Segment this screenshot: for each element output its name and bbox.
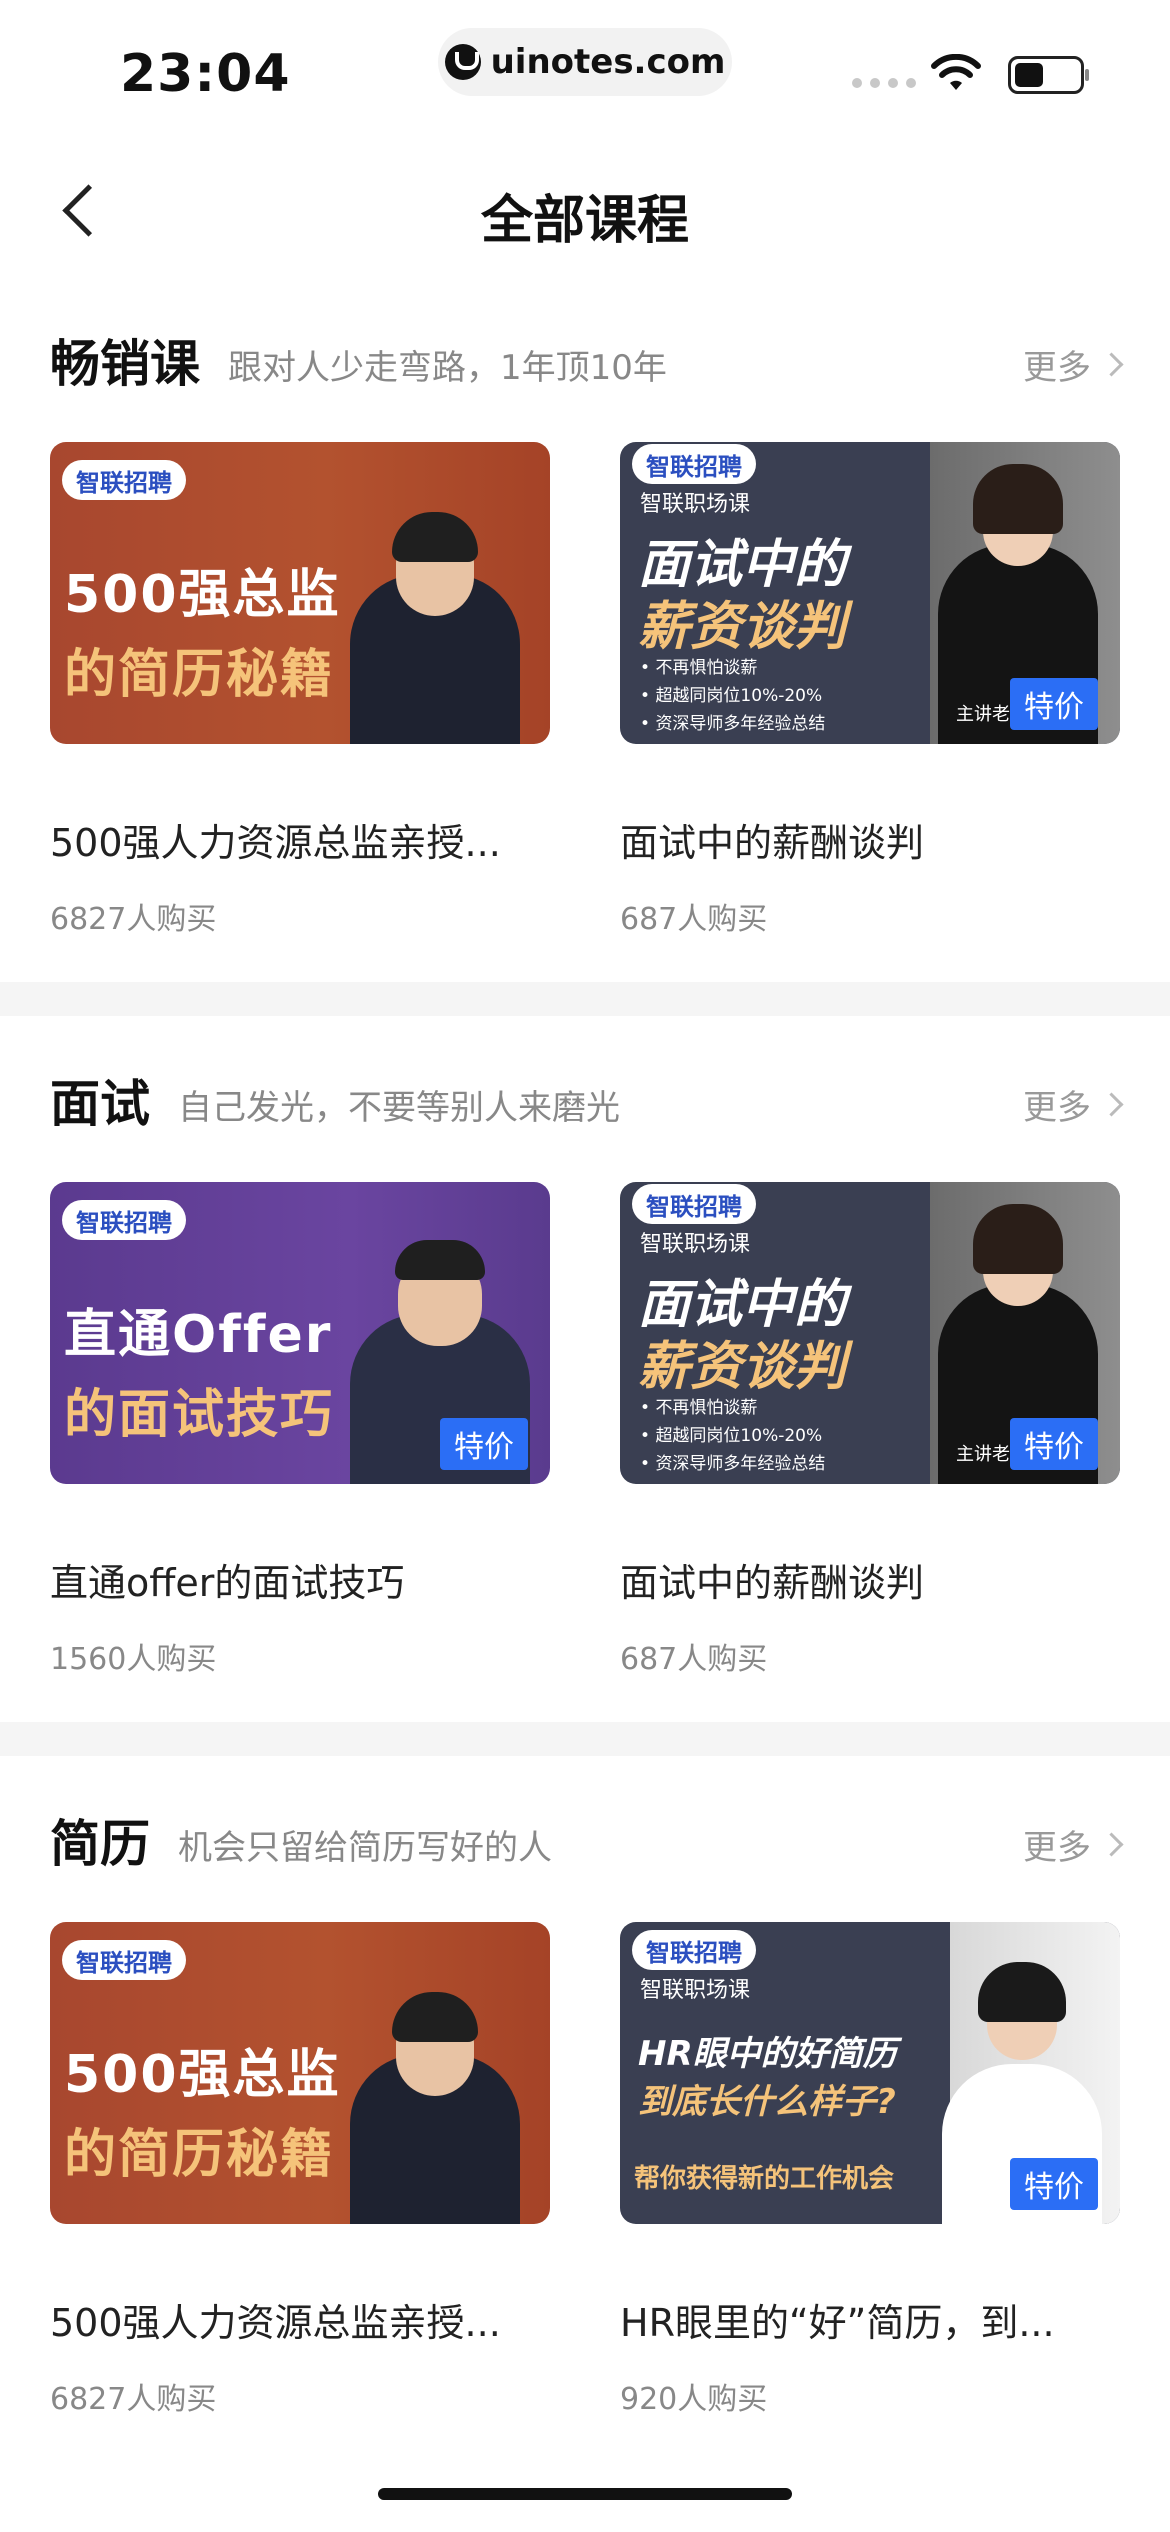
url-text: uinotes.com — [490, 42, 726, 82]
discount-badge: 特价 — [1010, 678, 1098, 730]
section-header: 简历 机会只留给简历写好的人 更多 — [50, 1798, 1124, 1878]
section-header: 面试 自己发光，不要等别人来磨光 更多 — [50, 1058, 1124, 1138]
wifi-icon — [931, 54, 981, 90]
discount-badge: 特价 — [440, 1418, 528, 1470]
chevron-right-icon — [1099, 352, 1124, 377]
purchase-count: 687人购买 — [620, 1642, 768, 1677]
section-header: 畅销课 跟对人少走弯路，1年顶10年 更多 — [50, 318, 1124, 398]
bullet-item: 资深导师多年经验总结 — [640, 710, 825, 738]
thumb-headline: 500强总监 — [64, 2045, 341, 2105]
instructor-photo — [350, 504, 520, 744]
teacher-label: 主讲老师：孙晶 — [956, 2140, 1069, 2159]
course-thumbnail: 智联招聘 智联职场课 面试中的 薪资谈判 不再惧怕谈薪 超越同岗位10%-20%… — [620, 1182, 1120, 1484]
more-label: 更多 — [1023, 1828, 1091, 1868]
purchase-count: 687人购买 — [620, 902, 768, 937]
section-divider — [0, 1722, 1170, 1756]
thumb-bullets: 不再惧怕谈薪 超越同岗位10%-20% 资深导师多年经验总结 — [640, 654, 825, 738]
more-label: 更多 — [1023, 1088, 1091, 1128]
discount-badge: 特价 — [1010, 2158, 1098, 2210]
purchase-count: 6827人购买 — [50, 2382, 217, 2417]
section-divider — [0, 982, 1170, 1016]
course-thumbnail: 智联招聘 500强总监 的简历秘籍 — [50, 1922, 550, 2224]
chevron-right-icon — [1099, 1832, 1124, 1857]
nav-bar: 全部课程 — [0, 140, 1170, 270]
course-title: HR眼里的“好”简历，到... — [620, 2301, 1055, 2345]
zhaopin-logo: 智联招聘 — [632, 1184, 756, 1224]
thumb-subheadline: 的简历秘籍 — [64, 2125, 335, 2185]
course-title: 面试中的薪酬谈判 — [620, 1561, 925, 1605]
discount-badge: 特价 — [1010, 1418, 1098, 1470]
purchase-count: 920人购买 — [620, 2382, 768, 2417]
bullet-item: 不再惧怕谈薪 — [640, 654, 825, 682]
teacher-label: 主讲老 — [956, 1444, 1010, 1465]
thumb-slogan: 帮你获得新的工作机会 — [634, 2164, 895, 2194]
zhaopin-logo: 智联招聘 — [632, 1930, 756, 1970]
more-link[interactable]: 更多 — [1023, 340, 1124, 389]
course-title: 面试中的薪酬谈判 — [620, 821, 925, 865]
purchase-count: 1560人购买 — [50, 1642, 217, 1677]
thumb-brand: 智联职场课 — [640, 1232, 751, 1257]
course-title: 500强人力资源总监亲授... — [50, 821, 501, 865]
site-logo-icon — [444, 44, 481, 80]
section-resume: 简历 机会只留给简历写好的人 更多 智联招聘 500强总监 的简历秘籍 500强… — [0, 1798, 1170, 2458]
thumb-subheadline: 薪资谈判 — [638, 1337, 847, 1397]
purchase-count: 6827人购买 — [50, 902, 217, 937]
more-label: 更多 — [1023, 348, 1091, 388]
zhaopin-logo: 智联招聘 — [62, 1940, 186, 1980]
bullet-item: 资深导师多年经验总结 — [640, 1450, 825, 1478]
page-title: 全部课程 — [480, 191, 689, 251]
bullet-item: 不再惧怕谈薪 — [640, 1394, 825, 1422]
status-bar: 23:04 uinotes.com — [0, 0, 1170, 130]
thumb-headline: 500强总监 — [64, 565, 341, 625]
thumb-subheadline: 薪资谈判 — [638, 597, 847, 657]
thumb-subheadline: 的简历秘籍 — [64, 645, 335, 705]
section-bestseller: 畅销课 跟对人少走弯路，1年顶10年 更多 智联招聘 500强总监 的简历秘籍 … — [0, 318, 1170, 988]
thumb-subheadline: 到底长什么样子? — [638, 2082, 896, 2122]
section-interview: 面试 自己发光，不要等别人来磨光 更多 智联招聘 直通Offer 的面试技巧 特… — [0, 1058, 1170, 1728]
course-thumbnail: 智联招聘 智联职场课 面试中的 薪资谈判 不再惧怕谈薪 超越同岗位10%-20%… — [620, 442, 1120, 744]
section-title: 畅销课 — [50, 335, 200, 393]
course-thumbnail: 智联招聘 直通Offer 的面试技巧 特价 — [50, 1182, 550, 1484]
instructor-photo — [350, 1984, 520, 2224]
section-subtitle: 机会只留给简历写好的人 — [178, 1828, 552, 1868]
zhaopin-logo: 智联招聘 — [632, 444, 756, 484]
course-thumbnail: 智联招聘 500强总监 的简历秘籍 — [50, 442, 550, 744]
thumb-brand: 智联职场课 — [640, 1978, 751, 2003]
thumb-subheadline: 的面试技巧 — [64, 1385, 335, 1445]
more-link[interactable]: 更多 — [1023, 1820, 1124, 1869]
thumb-headline: 直通Offer — [64, 1305, 333, 1365]
thumb-headline: HR眼中的好简历 — [638, 2034, 897, 2074]
section-title: 简历 — [50, 1815, 150, 1873]
status-time: 23:04 — [120, 44, 291, 104]
chevron-right-icon — [1099, 1092, 1124, 1117]
course-title: 直通offer的面试技巧 — [50, 1561, 405, 1605]
zhaopin-logo: 智联招聘 — [62, 1200, 186, 1240]
course-thumbnail: 智联招聘 智联职场课 HR眼中的好简历 到底长什么样子? 帮你获得新的工作机会 … — [620, 1922, 1120, 2224]
thumb-bullets: 不再惧怕谈薪 超越同岗位10%-20% 资深导师多年经验总结 — [640, 1394, 825, 1478]
section-title: 面试 — [50, 1075, 150, 1133]
bullet-item: 超越同岗位10%-20% — [640, 1422, 825, 1450]
zhaopin-logo: 智联招聘 — [62, 460, 186, 500]
thumb-brand: 智联职场课 — [640, 492, 751, 517]
battery-icon — [1008, 56, 1089, 94]
home-indicator[interactable] — [378, 2488, 792, 2500]
section-subtitle: 自己发光，不要等别人来磨光 — [178, 1088, 620, 1128]
url-pill[interactable]: uinotes.com — [438, 28, 732, 96]
course-title: 500强人力资源总监亲授... — [50, 2301, 501, 2345]
bullet-item: 超越同岗位10%-20% — [640, 682, 825, 710]
teacher-label: 主讲老 — [956, 704, 1010, 725]
cellular-signal-icon — [852, 78, 916, 88]
more-link[interactable]: 更多 — [1023, 1080, 1124, 1129]
section-subtitle: 跟对人少走弯路，1年顶10年 — [228, 348, 667, 388]
